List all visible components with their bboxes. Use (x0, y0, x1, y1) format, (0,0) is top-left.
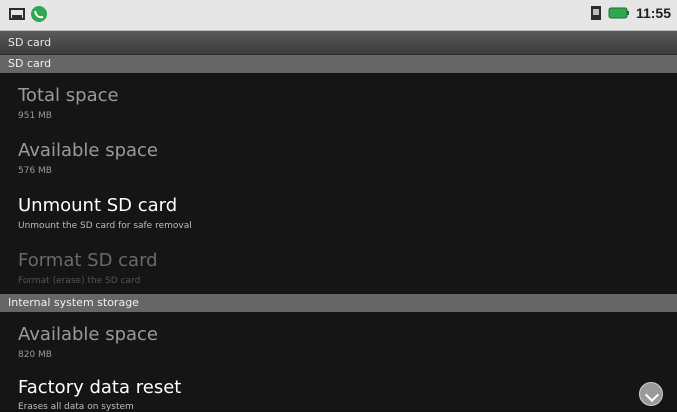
item-title: Unmount SD card (18, 195, 178, 216)
screen-title: SD card (8, 36, 52, 49)
list-item-total-space[interactable]: Total space 951 MB (0, 74, 677, 130)
status-bar: 11:55 (0, 0, 677, 31)
clock-time: 11:55 (635, 5, 671, 21)
item-title: Total space (18, 85, 119, 106)
sim-icon (590, 6, 601, 20)
item-title: Format SD card (18, 250, 158, 271)
item-summary: 820 MB (18, 350, 52, 360)
section-header-internal-storage: Internal system storage (0, 294, 677, 312)
status-left-icons (8, 5, 48, 23)
item-summary: Unmount the SD card for safe removal (18, 221, 192, 231)
item-summary: Erases all data on system (18, 402, 134, 412)
list-item-format-sd[interactable]: Format SD card Format (erase) the SD car… (0, 239, 677, 295)
item-summary: Format (erase) the SD card (18, 276, 141, 286)
section-title: SD card (8, 57, 52, 70)
section-header-sd-card: SD card (0, 55, 677, 73)
call-green-icon (31, 6, 47, 22)
section-title: Internal system storage (8, 296, 139, 309)
item-summary: 951 MB (18, 111, 52, 121)
list-item-available-space-internal[interactable]: Available space 820 MB (0, 313, 677, 369)
chevron-down-icon[interactable] (639, 382, 663, 406)
screen-title-bar: SD card (0, 31, 677, 55)
list-item-factory-reset[interactable]: Factory data reset Erases all data on sy… (0, 368, 677, 412)
item-title: Available space (18, 140, 159, 161)
item-title: Available space (18, 324, 159, 345)
notification-picture-icon (9, 8, 25, 20)
battery-icon (608, 7, 629, 19)
item-title: Factory data reset (18, 377, 182, 398)
status-right: 11:55 (590, 4, 671, 22)
list-item-available-space-sd[interactable]: Available space 576 MB (0, 129, 677, 185)
item-summary: 576 MB (18, 166, 52, 176)
list-item-unmount-sd[interactable]: Unmount SD card Unmount the SD card for … (0, 184, 677, 240)
